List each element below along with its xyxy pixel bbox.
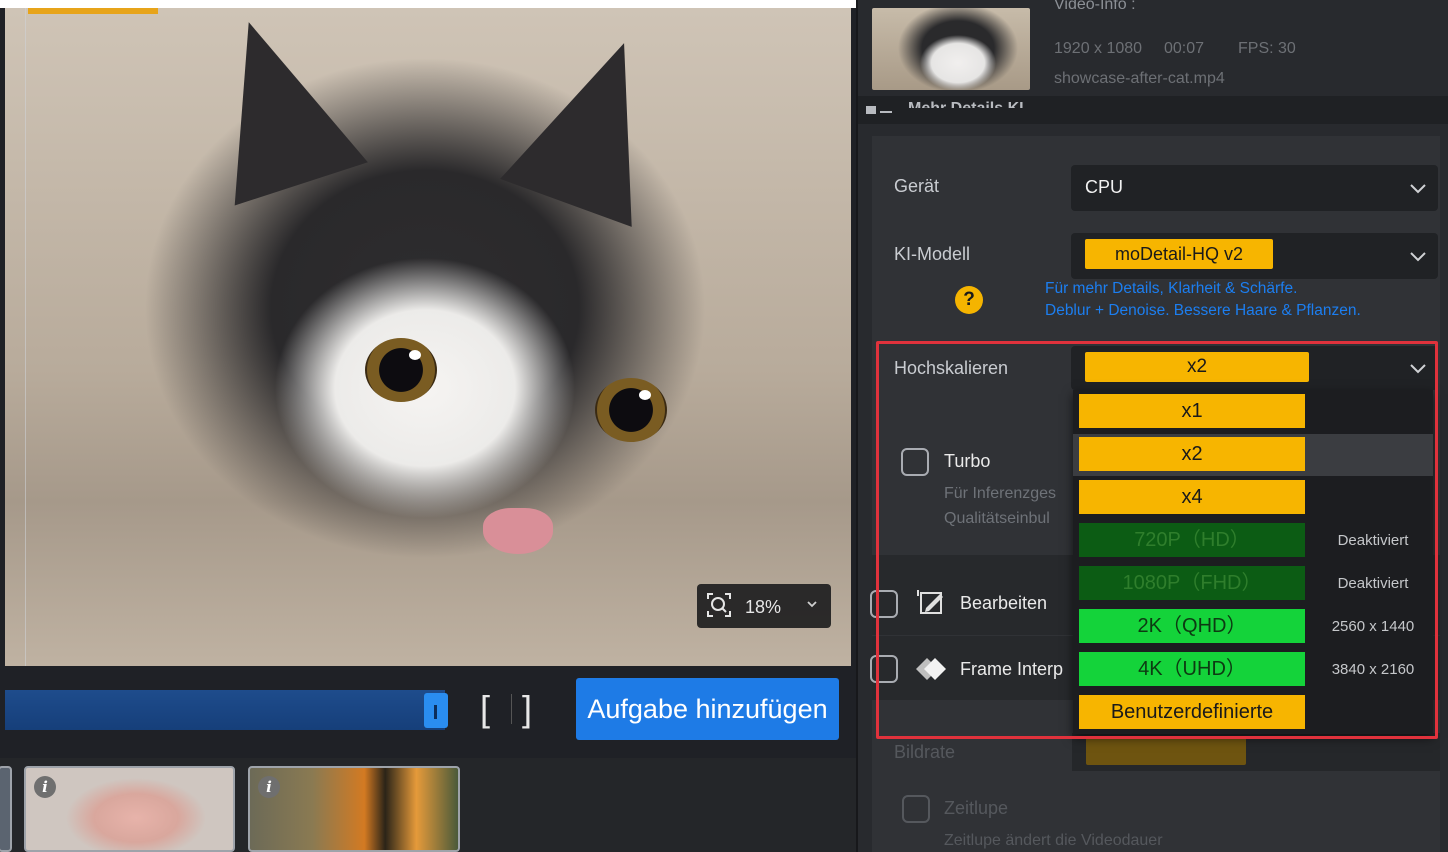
help-icon[interactable]: ? <box>955 286 983 314</box>
framerate-label: Bildrate <box>894 742 956 762</box>
video-thumbnail <box>872 8 1030 90</box>
model-hint-line1: Für mehr Details, Klarheit & Schärfe. <box>1045 280 1298 297</box>
zoom-control[interactable]: 18% <box>697 584 831 628</box>
video-duration: 00:07 <box>1164 40 1205 57</box>
sparkle-icon <box>866 106 892 114</box>
mark-out-button[interactable]: ] <box>522 688 542 730</box>
zoom-icon <box>707 593 731 617</box>
cat-eye-left <box>365 338 437 402</box>
slowmo-checkbox[interactable] <box>902 795 930 823</box>
video-resolution: 1920 x 1080 <box>1054 40 1143 57</box>
zoom-value: 18% <box>745 597 782 617</box>
chevron-down-icon <box>1410 184 1426 194</box>
device-value: CPU <box>1085 177 1124 197</box>
model-select[interactable]: moDetail-HQ v2 <box>1071 233 1438 279</box>
thumbnail-partial[interactable] <box>0 766 12 852</box>
thumbnail-baby[interactable]: i <box>24 766 235 852</box>
chevron-down-icon <box>807 601 817 608</box>
video-fps: FPS: 30 <box>1238 40 1296 57</box>
video-preview[interactable] <box>5 8 851 666</box>
model-label: KI-Modell <box>894 244 971 264</box>
model-value: moDetail-HQ v2 <box>1085 239 1273 269</box>
slowmo-description: Zeitlupe ändert die Videodauer <box>944 832 1163 849</box>
device-select[interactable]: CPU <box>1071 165 1438 211</box>
cat-eye-right <box>595 378 667 442</box>
video-info-heading: Video-Info : <box>1054 0 1136 13</box>
thumbnail-tiger[interactable]: i <box>248 766 460 852</box>
info-icon[interactable]: i <box>34 776 56 798</box>
add-task-button[interactable]: Aufgabe hinzufügen <box>576 678 839 740</box>
timeline-playhead[interactable] <box>424 693 448 728</box>
timeline-track[interactable] <box>5 690 445 730</box>
slowmo-label: Zeitlupe <box>944 798 1009 818</box>
device-label: Gerät <box>894 176 940 196</box>
bracket-divider <box>511 694 512 724</box>
framerate-value <box>1086 737 1246 765</box>
cat-ear-left <box>182 8 368 206</box>
video-filename: showcase-after-cat.mp4 <box>1054 70 1225 87</box>
tab-indicator <box>28 8 158 14</box>
details-section-label: Mehr Details KI <box>908 94 1024 108</box>
model-hint-line2: Deblur + Denoise. Bessere Haare & Pflanz… <box>1045 302 1361 319</box>
mark-in-button[interactable]: [ <box>480 688 500 730</box>
chevron-down-icon <box>1410 252 1426 262</box>
cat-ear-right <box>500 19 690 227</box>
preview-guide-line <box>25 8 26 666</box>
info-icon[interactable]: i <box>258 776 280 798</box>
cat-nose <box>483 508 553 554</box>
annotation-highlight-box <box>876 341 1438 739</box>
